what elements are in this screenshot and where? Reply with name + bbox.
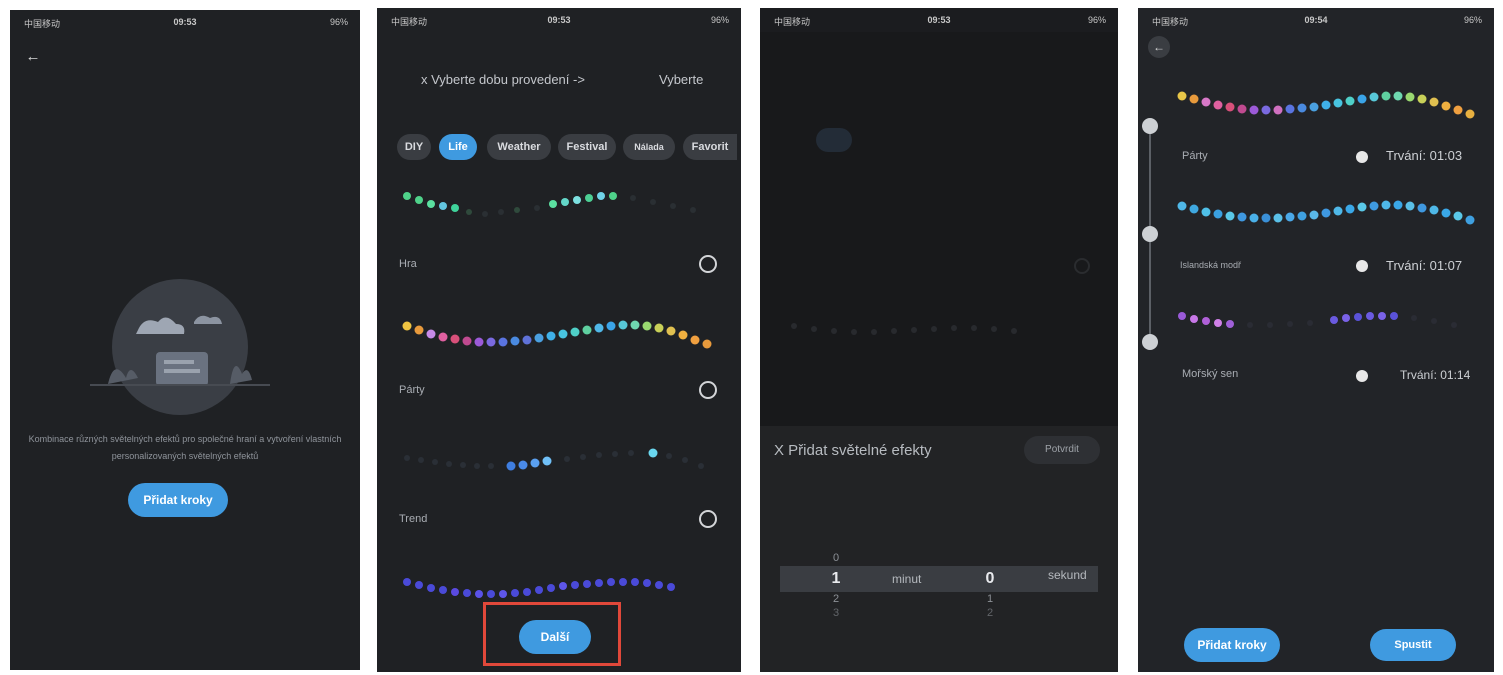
battery-label: 96% <box>329 17 348 27</box>
step-preview-party <box>1177 91 1475 119</box>
chip-mood[interactable]: Nálada <box>623 134 675 160</box>
effect-preview-hra <box>403 192 696 217</box>
timeline-node[interactable] <box>1142 118 1158 134</box>
status-bar: 中国移动 09:53 96% <box>377 8 741 32</box>
description-text: Kombinace různých světelných efektů pro … <box>28 434 342 461</box>
cloud-scene-illustration <box>90 279 270 415</box>
effect-name: Párty <box>399 384 425 396</box>
step-duration[interactable]: Trvání: 01:14 <box>1400 368 1470 382</box>
chip-diy[interactable]: DIY <box>397 134 431 160</box>
step-name: Islandská modř <box>1180 260 1242 270</box>
chip-festival[interactable]: Festival <box>558 134 616 160</box>
clock-icon <box>1356 370 1368 382</box>
clock-icon <box>1356 260 1368 272</box>
screen-steps-timeline: 中国移动 09:54 96% ← Párty Trvání: 01:03 Isl… <box>1138 8 1494 672</box>
step-duration[interactable]: Trvání: 01:07 <box>1386 258 1462 273</box>
back-arrow-icon[interactable]: ← <box>22 46 44 68</box>
seconds-column[interactable]: 0 1 2 <box>978 566 1002 620</box>
minutes-label: minut <box>892 572 922 586</box>
minute-option-selected[interactable]: 1 <box>824 566 848 592</box>
minute-option[interactable]: 3 <box>824 606 848 620</box>
chip-life[interactable]: Life <box>439 134 477 160</box>
status-bar: 中国移动 09:54 96% <box>1138 8 1494 32</box>
effect-preview-party <box>402 320 712 349</box>
clock-time: 09:53 <box>927 15 951 25</box>
seconds-label: sekund <box>1048 568 1087 582</box>
clock-time: 09:54 <box>1304 15 1328 25</box>
step-preview-icelandic-blue <box>1177 200 1475 225</box>
add-steps-button[interactable]: Přidat kroky <box>1184 628 1280 662</box>
dimmed-effect-preview <box>791 323 1017 335</box>
step-duration[interactable]: Trvání: 01:03 <box>1386 148 1462 163</box>
screen-select-effects: 中国移动 09:53 96% x Vyberte dobu provedení … <box>377 8 741 672</box>
step-name: Párty <box>1182 150 1208 162</box>
step-preview-sea-dream <box>1178 312 1457 328</box>
minute-option[interactable]: 2 <box>824 592 848 606</box>
sheet-header: x Vyberte dobu provedení -> Vyberte <box>397 66 737 96</box>
dimmed-background <box>760 32 1118 426</box>
dimmed-chip <box>816 128 852 152</box>
screen-duration-picker: 中国移动 09:53 96% X Přidat světelné efekty … <box>760 8 1118 672</box>
screen-empty-state: 中国移动 09:53 96% ← Kombinace různých světe… <box>10 10 360 670</box>
confirm-button[interactable]: Potvrdit <box>1024 436 1100 464</box>
status-bar: 中国移动 09:53 96% <box>760 8 1118 32</box>
timeline-node[interactable] <box>1142 226 1158 242</box>
battery-label: 96% <box>710 15 729 25</box>
start-button[interactable]: Spustit <box>1370 629 1456 661</box>
bottom-sheet: X Přidat světelné efekty Potvrdit 0 1 2 … <box>760 426 1118 672</box>
effect-preview-trend <box>404 448 704 471</box>
status-bar: 中国移动 09:53 96% <box>10 10 360 34</box>
chip-favorite[interactable]: Favorit <box>683 134 737 160</box>
second-option-selected[interactable]: 0 <box>978 566 1002 592</box>
step-name: Mořský sen <box>1182 368 1239 380</box>
effect-radio-hra[interactable] <box>699 255 717 273</box>
effect-radio-party[interactable] <box>699 381 717 399</box>
effect-name: Trend <box>399 513 428 525</box>
clock-time: 09:53 <box>173 17 197 27</box>
chip-weather[interactable]: Weather <box>487 134 551 160</box>
second-option[interactable]: 2 <box>978 606 1002 620</box>
effect-radio-trend[interactable] <box>699 510 717 528</box>
clock-time: 09:53 <box>547 15 571 25</box>
effect-name: Hra <box>399 258 417 270</box>
select-button[interactable]: Vyberte <box>659 72 703 87</box>
battery-label: 96% <box>1087 15 1106 25</box>
timeline-node[interactable] <box>1142 334 1158 350</box>
next-button[interactable]: Další <box>519 620 591 654</box>
clock-icon <box>1356 151 1368 163</box>
battery-label: 96% <box>1463 15 1482 25</box>
add-steps-button[interactable]: Přidat kroky <box>128 483 228 517</box>
sheet-title: X Přidat světelné efekty <box>774 442 932 459</box>
minutes-column[interactable]: 0 1 2 3 <box>824 538 848 620</box>
minute-option[interactable]: 0 <box>824 538 848 566</box>
dimmed-radio <box>1074 258 1090 274</box>
header-title: x Vyberte dobu provedení -> <box>421 72 585 87</box>
second-option[interactable]: 1 <box>978 592 1002 606</box>
back-arrow-icon[interactable]: ← <box>1148 36 1170 58</box>
